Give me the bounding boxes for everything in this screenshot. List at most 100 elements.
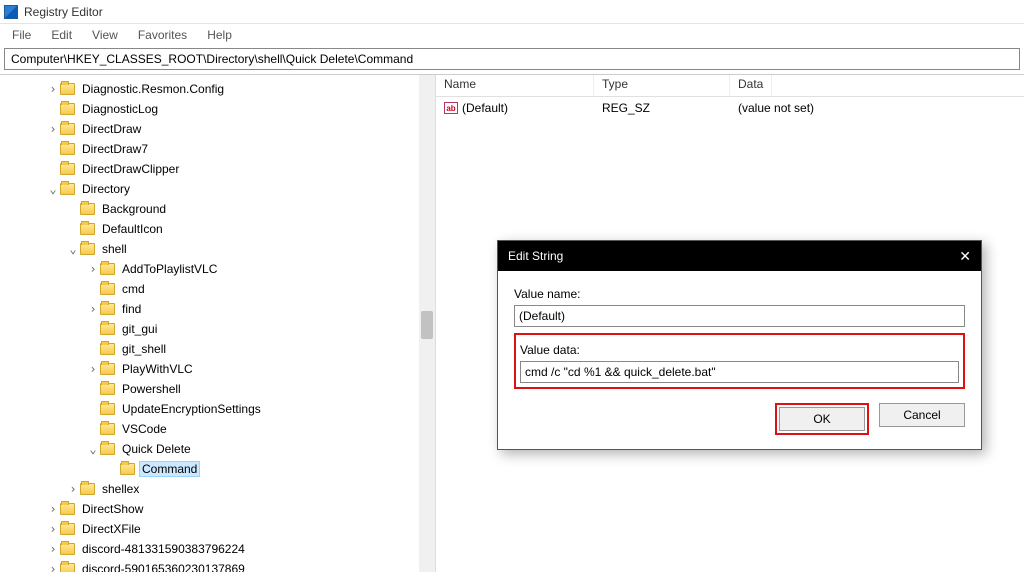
tree-row[interactable]: › discord-590165360230137869 [0,559,435,572]
tree-row[interactable]: ⌄shell [0,239,435,259]
folder-icon [60,103,75,115]
chevron-right-icon[interactable]: › [66,482,80,496]
tree-label: Quick Delete [119,441,194,457]
tree-row[interactable]: DirectDraw7 [0,139,435,159]
dialog-titlebar[interactable]: Edit String ✕ [498,241,981,271]
cell-data: (value not set) [730,99,822,117]
string-value-icon: ab [444,102,458,114]
tree-row[interactable]: › DirectShow [0,499,435,519]
tree-label: git_shell [119,341,169,357]
dialog-buttons: OK Cancel [514,403,965,435]
chevron-down-icon[interactable]: ⌄ [46,182,60,196]
tree-label: discord-481331590383796224 [79,541,248,557]
tree-label: discord-590165360230137869 [79,561,248,572]
tree-label: DirectDraw [79,121,144,137]
chevron-right-icon[interactable]: › [46,502,60,516]
tree-row[interactable]: Background [0,199,435,219]
tree-row[interactable]: UpdateEncryptionSettings [0,399,435,419]
chevron-right-icon[interactable]: › [86,262,100,276]
col-name[interactable]: Name [436,75,594,96]
tree-row[interactable]: › PlayWithVLC [0,359,435,379]
tree-row[interactable]: ›Diagnostic.Resmon.Config [0,79,435,99]
folder-icon [60,183,75,195]
tree-row[interactable]: › AddToPlaylistVLC [0,259,435,279]
tree-pane[interactable]: ›Diagnostic.Resmon.ConfigDiagnosticLog›D… [0,75,436,572]
tree-row[interactable]: › discord-481331590383796224 [0,539,435,559]
tree-row[interactable]: cmd [0,279,435,299]
cell-name: ab (Default) [436,99,594,117]
tree-label: DirectDrawClipper [79,161,182,177]
list-row[interactable]: ab (Default) REG_SZ (value not set) [436,97,1024,119]
chevron-right-icon[interactable]: › [46,82,60,96]
address-text: Computer\HKEY_CLASSES_ROOT\Directory\she… [11,52,413,66]
tree-row[interactable]: ›DirectXFile [0,519,435,539]
value-data-highlight: Value data: [514,333,965,389]
address-bar[interactable]: Computer\HKEY_CLASSES_ROOT\Directory\she… [4,48,1020,70]
folder-icon [100,343,115,355]
chevron-down-icon[interactable]: ⌄ [86,442,100,456]
ok-button[interactable]: OK [779,407,865,431]
tree-row[interactable]: ⌄Directory [0,179,435,199]
folder-icon [100,423,115,435]
chevron-right-icon[interactable]: › [86,362,100,376]
menu-favorites[interactable]: Favorites [128,26,197,44]
folder-icon [60,563,75,572]
value-data-input[interactable] [520,361,959,383]
tree-label: cmd [119,281,148,297]
chevron-right-icon[interactable]: › [46,562,60,572]
folder-icon [100,323,115,335]
tree-row[interactable]: VSCode [0,419,435,439]
folder-icon [60,503,75,515]
tree-label: UpdateEncryptionSettings [119,401,264,417]
folder-icon [100,263,115,275]
folder-icon [60,123,75,135]
app-icon [4,5,18,19]
tree-scrollbar[interactable] [419,75,435,572]
tree-row[interactable]: › DirectDraw [0,119,435,139]
chevron-right-icon[interactable]: › [46,542,60,556]
tree-scroll-thumb[interactable] [421,311,433,339]
col-type[interactable]: Type [594,75,730,96]
list-header[interactable]: Name Type Data [436,75,1024,97]
tree-label: AddToPlaylistVLC [119,261,220,277]
tree-row[interactable]: Command [0,459,435,479]
tree-label: DirectShow [79,501,146,517]
tree-row[interactable]: ⌄ Quick Delete [0,439,435,459]
menu-help[interactable]: Help [197,26,242,44]
cancel-button[interactable]: Cancel [879,403,965,427]
chevron-right-icon[interactable]: › [86,302,100,316]
chevron-right-icon[interactable]: › [46,522,60,536]
folder-icon [60,543,75,555]
folder-icon [100,383,115,395]
folder-icon [80,243,95,255]
tree-row[interactable]: › shellex [0,479,435,499]
edit-string-dialog: Edit String ✕ Value name: Value data: OK… [497,240,982,450]
col-data[interactable]: Data [730,75,772,96]
tree-label: PlayWithVLC [119,361,196,377]
chevron-right-icon[interactable]: › [46,122,60,136]
folder-icon [80,483,95,495]
tree-row[interactable]: git_shell [0,339,435,359]
menu-file[interactable]: File [2,26,41,44]
tree-row[interactable]: DirectDrawClipper [0,159,435,179]
value-name-input[interactable] [514,305,965,327]
folder-icon [100,303,115,315]
tree-label: DirectDraw7 [79,141,151,157]
tree-row[interactable]: DiagnosticLog [0,99,435,119]
tree-label: DefaultIcon [99,221,166,237]
tree-row[interactable]: ›find [0,299,435,319]
tree-label: shellex [99,481,142,497]
tree-row[interactable]: DefaultIcon [0,219,435,239]
menu-edit[interactable]: Edit [41,26,82,44]
chevron-down-icon[interactable]: ⌄ [66,242,80,256]
menu-view[interactable]: View [82,26,128,44]
folder-icon [100,403,115,415]
tree-label: Powershell [119,381,184,397]
tree-row[interactable]: git_gui [0,319,435,339]
close-icon[interactable]: ✕ [959,248,971,265]
tree-row[interactable]: Powershell [0,379,435,399]
value-name: (Default) [462,101,508,115]
folder-icon [60,523,75,535]
cell-type: REG_SZ [594,99,730,117]
value-data-label: Value data: [520,343,959,357]
